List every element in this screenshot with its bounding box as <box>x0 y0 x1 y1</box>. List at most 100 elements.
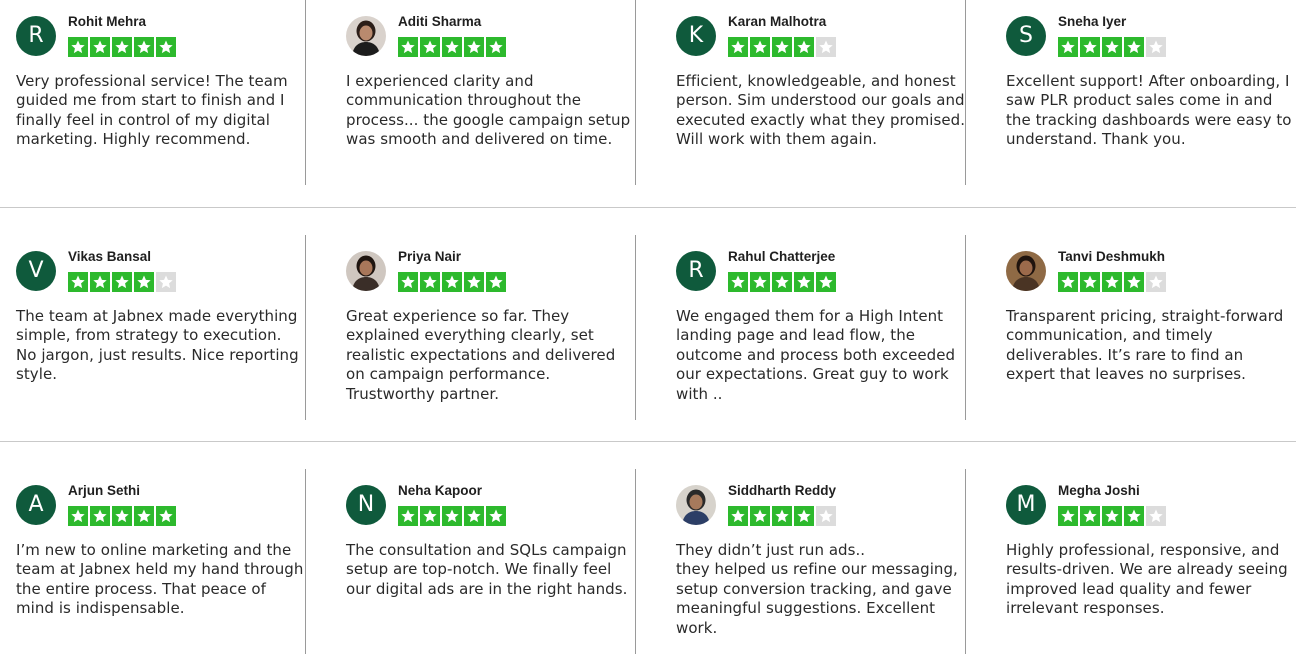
row-divider <box>0 441 1296 442</box>
review-text: I’m new to online marketing and the team… <box>16 541 304 618</box>
star-filled-icon <box>442 506 462 526</box>
star-empty-icon <box>816 37 836 57</box>
review-text: I experienced clarity and communication … <box>346 72 631 149</box>
review-text: Very professional service! The team guid… <box>16 72 288 149</box>
star-filled-icon <box>112 506 132 526</box>
reviewer-name: Arjun Sethi <box>68 483 141 498</box>
avatar: V <box>16 251 56 291</box>
review-card: S Sneha Iyer Excellent support! After onbo… <box>1006 0 1296 185</box>
reviewer-name: Sneha Iyer <box>1058 14 1127 29</box>
review-text: Highly professional, responsive, and res… <box>1006 541 1288 618</box>
star-empty-icon <box>816 506 836 526</box>
star-filled-icon <box>1080 272 1100 292</box>
star-filled-icon <box>750 37 770 57</box>
star-filled-icon <box>398 272 418 292</box>
star-empty-icon <box>1146 37 1166 57</box>
review-text: The team at Jabnex made everything simpl… <box>16 307 299 384</box>
star-filled-icon <box>1058 37 1078 57</box>
star-filled-icon <box>68 272 88 292</box>
avatar: M <box>1006 485 1046 525</box>
star-filled-icon <box>1102 37 1122 57</box>
star-rating <box>1058 272 1166 292</box>
star-filled-icon <box>90 37 110 57</box>
star-filled-icon <box>816 272 836 292</box>
star-filled-icon <box>728 506 748 526</box>
avatar: N <box>346 485 386 525</box>
review-card: Siddharth Reddy They didn’t just run ads.… <box>676 469 966 654</box>
star-empty-icon <box>1146 272 1166 292</box>
star-rating <box>398 506 506 526</box>
star-filled-icon <box>794 272 814 292</box>
star-filled-icon <box>464 37 484 57</box>
star-filled-icon <box>68 37 88 57</box>
avatar: R <box>16 16 56 56</box>
review-card: Priya Nair Great experience so far. They … <box>346 235 636 420</box>
star-filled-icon <box>90 506 110 526</box>
star-filled-icon <box>794 506 814 526</box>
reviewer-name: Aditi Sharma <box>398 14 482 29</box>
star-rating <box>1058 506 1166 526</box>
star-empty-icon <box>156 272 176 292</box>
star-filled-icon <box>464 506 484 526</box>
star-rating <box>68 37 176 57</box>
star-filled-icon <box>420 37 440 57</box>
review-text: Transparent pricing, straight-forward co… <box>1006 307 1284 384</box>
star-filled-icon <box>420 272 440 292</box>
star-filled-icon <box>1080 506 1100 526</box>
review-card: R Rahul Chatterjee We engaged them for a H… <box>676 235 966 420</box>
reviews-grid: R Rohit Mehra Very professional service! T… <box>0 0 1296 654</box>
star-rating <box>728 506 836 526</box>
review-text: Great experience so far. They explained … <box>346 307 616 403</box>
star-filled-icon <box>772 37 792 57</box>
star-rating <box>398 272 506 292</box>
star-rating <box>728 37 836 57</box>
star-filled-icon <box>68 506 88 526</box>
avatar: A <box>16 485 56 525</box>
star-rating <box>68 506 176 526</box>
review-card: V Vikas Bansal The team at Jabnex made eve… <box>16 235 306 420</box>
star-filled-icon <box>1124 506 1144 526</box>
avatar-photo-icon <box>1006 251 1046 291</box>
avatar: K <box>676 16 716 56</box>
star-filled-icon <box>464 272 484 292</box>
review-card: A Arjun Sethi I’m new to online marketing … <box>16 469 306 654</box>
star-filled-icon <box>398 37 418 57</box>
review-card: Aditi Sharma I experienced clarity and co… <box>346 0 636 185</box>
review-card: K Karan Malhotra Efficient, knowledgeable,… <box>676 0 966 185</box>
star-filled-icon <box>1058 506 1078 526</box>
reviews-row: A Arjun Sethi I’m new to online marketing … <box>0 469 1296 654</box>
star-filled-icon <box>772 272 792 292</box>
star-filled-icon <box>1102 506 1122 526</box>
star-filled-icon <box>134 37 154 57</box>
star-filled-icon <box>750 272 770 292</box>
star-filled-icon <box>1058 272 1078 292</box>
reviewer-name: Megha Joshi <box>1058 483 1140 498</box>
star-filled-icon <box>398 506 418 526</box>
reviewer-name: Tanvi Deshmukh <box>1058 249 1166 264</box>
avatar-photo-icon <box>676 485 716 525</box>
review-text: We engaged them for a High Intent landin… <box>676 307 956 403</box>
star-filled-icon <box>112 37 132 57</box>
review-card: R Rohit Mehra Very professional service! T… <box>16 0 306 185</box>
review-card: N Neha Kapoor The consultation and SQLs ca… <box>346 469 636 654</box>
star-filled-icon <box>486 506 506 526</box>
review-text: Excellent support! After onboarding, I s… <box>1006 72 1292 149</box>
reviewer-name: Siddharth Reddy <box>728 483 837 498</box>
star-filled-icon <box>728 272 748 292</box>
star-filled-icon <box>486 272 506 292</box>
reviewer-name: Rahul Chatterjee <box>728 249 836 264</box>
star-filled-icon <box>750 506 770 526</box>
reviewer-name: Rohit Mehra <box>68 14 147 29</box>
star-filled-icon <box>728 37 748 57</box>
review-card: M Megha Joshi Highly professional, respons… <box>1006 469 1296 654</box>
avatar-photo-icon <box>346 251 386 291</box>
star-filled-icon <box>156 506 176 526</box>
star-filled-icon <box>134 272 154 292</box>
star-rating <box>398 37 506 57</box>
review-card: Tanvi Deshmukh Transparent pricing, strai… <box>1006 235 1296 420</box>
star-filled-icon <box>420 506 440 526</box>
avatar: S <box>1006 16 1046 56</box>
star-filled-icon <box>486 37 506 57</box>
star-filled-icon <box>1124 37 1144 57</box>
star-rating <box>728 272 836 292</box>
